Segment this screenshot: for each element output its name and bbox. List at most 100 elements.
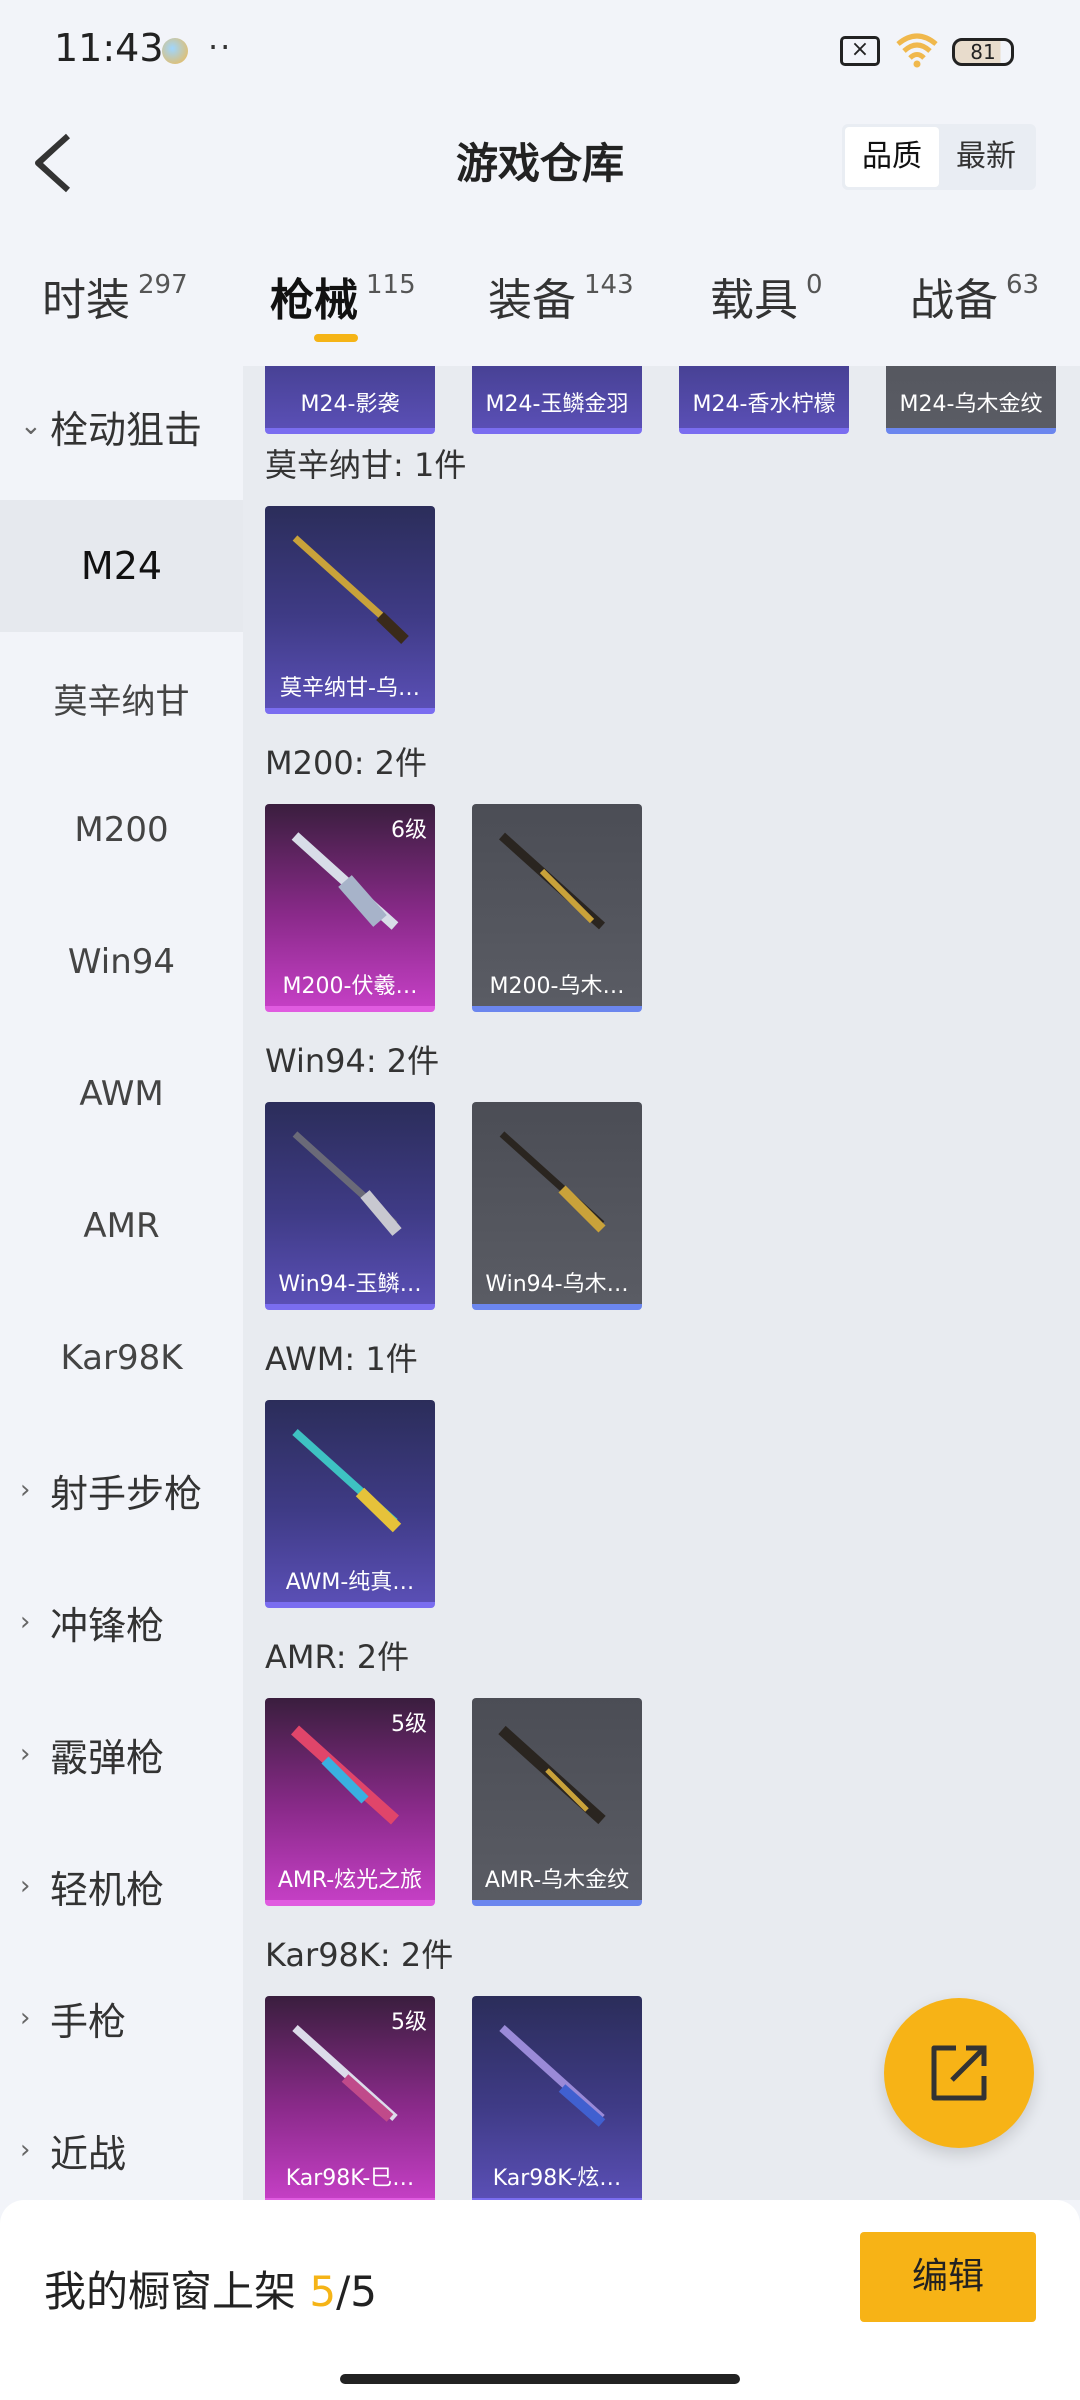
wifi-icon [896, 33, 938, 68]
rifle-icon [292, 535, 409, 644]
sidebar-item-win94[interactable]: Win94 [0, 896, 243, 1028]
weapon-card[interactable]: M200-乌木… [472, 804, 642, 1012]
chevron-right-icon: › [20, 1475, 31, 1505]
sidebar-item-kar98k[interactable]: Kar98K [0, 1292, 243, 1424]
weapon-card[interactable]: Win94-乌木… [472, 1102, 642, 1310]
tab-vehicles[interactable]: 载具 0 [710, 264, 823, 334]
weapon-card-name: M24-玉鳞金羽 [485, 392, 629, 417]
rifle-icon [498, 1725, 606, 1825]
weapon-card-name: AMR-炫光之旅 [277, 1868, 423, 1893]
weapon-card-name: 莫辛纳甘-乌… [280, 676, 420, 701]
section-label: Kar98K: 2件 [265, 1936, 454, 1974]
sidebar-group-marksman[interactable]: › 射手步枪 [0, 1430, 243, 1550]
weapon-card-name: M200-乌木… [489, 974, 625, 999]
sidebar-group-pistol[interactable]: › 手枪 [0, 1958, 243, 2078]
tab-count: 297 [138, 270, 188, 300]
back-chevron-icon[interactable] [26, 128, 86, 198]
section-label: AWM: 1件 [265, 1340, 418, 1378]
sidebar-group-label: 霰弹枪 [50, 1735, 165, 1780]
active-tab-indicator [314, 334, 358, 342]
sort-quality-button[interactable]: 品质 [845, 127, 939, 187]
weapon-card[interactable]: AMR-乌木金纹 [472, 1698, 642, 1906]
weapon-card-name: AMR-乌木金纹 [484, 1868, 630, 1893]
weapon-card-name: Win94-玉鳞… [278, 1272, 422, 1297]
battery-icon: 81 [952, 38, 1014, 66]
tab-equipment[interactable]: 装备 143 [488, 264, 634, 334]
sidebar-group-lmg[interactable]: › 轻机枪 [0, 1826, 243, 1946]
weapon-card-name: Win94-乌木… [485, 1272, 629, 1297]
showcase-total: /5 [336, 2267, 377, 2316]
rifle-icon [498, 832, 606, 930]
weapon-card[interactable]: AWM-纯真… [265, 1400, 435, 1608]
showcase-status: 我的橱窗上架 5/5 [44, 2258, 377, 2319]
weapon-card[interactable]: M24-玉鳞金羽 [472, 366, 642, 434]
weapon-card[interactable]: 莫辛纳甘-乌… [265, 506, 435, 714]
chevron-right-icon: › [20, 2135, 31, 2165]
tab-supplies[interactable]: 战备 63 [910, 264, 1039, 334]
tab-label: 载具 [710, 275, 798, 326]
sidebar-item-mosin[interactable]: 莫辛纳甘 [0, 632, 243, 764]
weapon-card-name: Kar98K-巳… [285, 2166, 415, 2191]
sidebar-item-amr[interactable]: AMR [0, 1160, 243, 1292]
sort-newest-button[interactable]: 最新 [939, 127, 1033, 187]
chevron-right-icon: › [20, 1607, 31, 1637]
sort-toggle: 品质 最新 [842, 124, 1036, 190]
sidebar-group-bolt-sniper[interactable]: ⌄ 栓动狙击 [0, 366, 243, 486]
rifle-icon [292, 1131, 402, 1236]
weapon-card[interactable]: Win94-玉鳞… [265, 1102, 435, 1310]
sidebar-group-label: 手枪 [50, 1999, 127, 2044]
weapon-card-name: M24-香水柠檬 [692, 392, 836, 417]
sidebar-group-label: 冲锋枪 [50, 1603, 165, 1648]
weapon-card-name: M24-影袭 [300, 392, 400, 417]
section-label: Win94: 2件 [265, 1042, 440, 1080]
share-external-icon [931, 2045, 987, 2101]
sidebar-group-smg[interactable]: › 冲锋枪 [0, 1562, 243, 1682]
section-label: AMR: 2件 [265, 1638, 410, 1676]
tab-label: 战备 [910, 275, 998, 326]
weapon-sidebar: ⌄ 栓动狙击 M24 莫辛纳甘 M200 Win94 AWM AMR Kar98… [0, 366, 243, 2200]
no-sim-icon: × [840, 36, 880, 66]
sidebar-group-label: 射手步枪 [50, 1471, 203, 1516]
sidebar-group-melee[interactable]: › 近战 [0, 2090, 243, 2210]
sidebar-item-awm[interactable]: AWM [0, 1028, 243, 1160]
rifle-icon [292, 1429, 402, 1533]
sidebar-group-shotgun[interactable]: › 霰弹枪 [0, 1694, 243, 1814]
header: 游戏仓库 品质 最新 [0, 110, 1080, 210]
weapon-grid: M24-影袭 M24-玉鳞金羽 M24-香水柠檬 M24-乌木金纹 莫辛纳甘: … [243, 366, 1080, 2200]
tab-count: 143 [584, 270, 634, 300]
tab-count: 63 [1006, 270, 1040, 300]
status-bar: 11:43 ·· × 81 [0, 0, 1080, 100]
tab-fashion[interactable]: 时装 297 [42, 264, 188, 334]
sidebar-item-m200[interactable]: M200 [0, 764, 243, 896]
showcase-label: 我的橱窗上架 [44, 2267, 310, 2316]
chevron-down-icon: ⌄ [20, 411, 42, 441]
tab-label: 枪械 [270, 275, 358, 326]
tab-guns[interactable]: 枪械 115 [270, 264, 416, 334]
status-more: ·· [208, 28, 233, 66]
weapon-card[interactable]: Kar98K-炫… [472, 1996, 642, 2200]
app-notification-icon [162, 38, 188, 64]
weapon-card[interactable]: M24-影袭 [265, 366, 435, 434]
tab-label: 时装 [42, 275, 130, 326]
rifle-icon [290, 1725, 400, 1825]
weapon-card[interactable]: 6级 M200-伏羲… [265, 804, 435, 1012]
rifle-icon [499, 2025, 606, 2127]
weapon-card[interactable]: M24-香水柠檬 [679, 366, 849, 434]
weapon-card-name: M24-乌木金纹 [899, 392, 1043, 417]
weapon-card-name: Kar98K-炫… [492, 2166, 622, 2191]
tab-count: 0 [806, 270, 823, 300]
bottom-bar: 我的橱窗上架 5/5 编辑 [0, 2200, 1080, 2400]
tab-count: 115 [366, 270, 416, 300]
weapon-card[interactable]: 5级 Kar98K-巳… [265, 1996, 435, 2200]
share-button[interactable] [884, 1998, 1034, 2148]
edit-button[interactable]: 编辑 [860, 2232, 1036, 2322]
home-indicator[interactable] [340, 2374, 740, 2384]
weapon-card[interactable]: 5级 AMR-炫光之旅 [265, 1698, 435, 1906]
showcase-current: 5 [309, 2267, 337, 2316]
weapon-card[interactable]: M24-乌木金纹 [886, 366, 1056, 434]
tab-label: 装备 [488, 275, 576, 326]
rifle-icon [499, 1131, 606, 1233]
sidebar-item-m24[interactable]: M24 [0, 500, 243, 632]
section-label: 莫辛纳甘: 1件 [265, 446, 467, 484]
level-badge: 6级 [391, 818, 427, 843]
